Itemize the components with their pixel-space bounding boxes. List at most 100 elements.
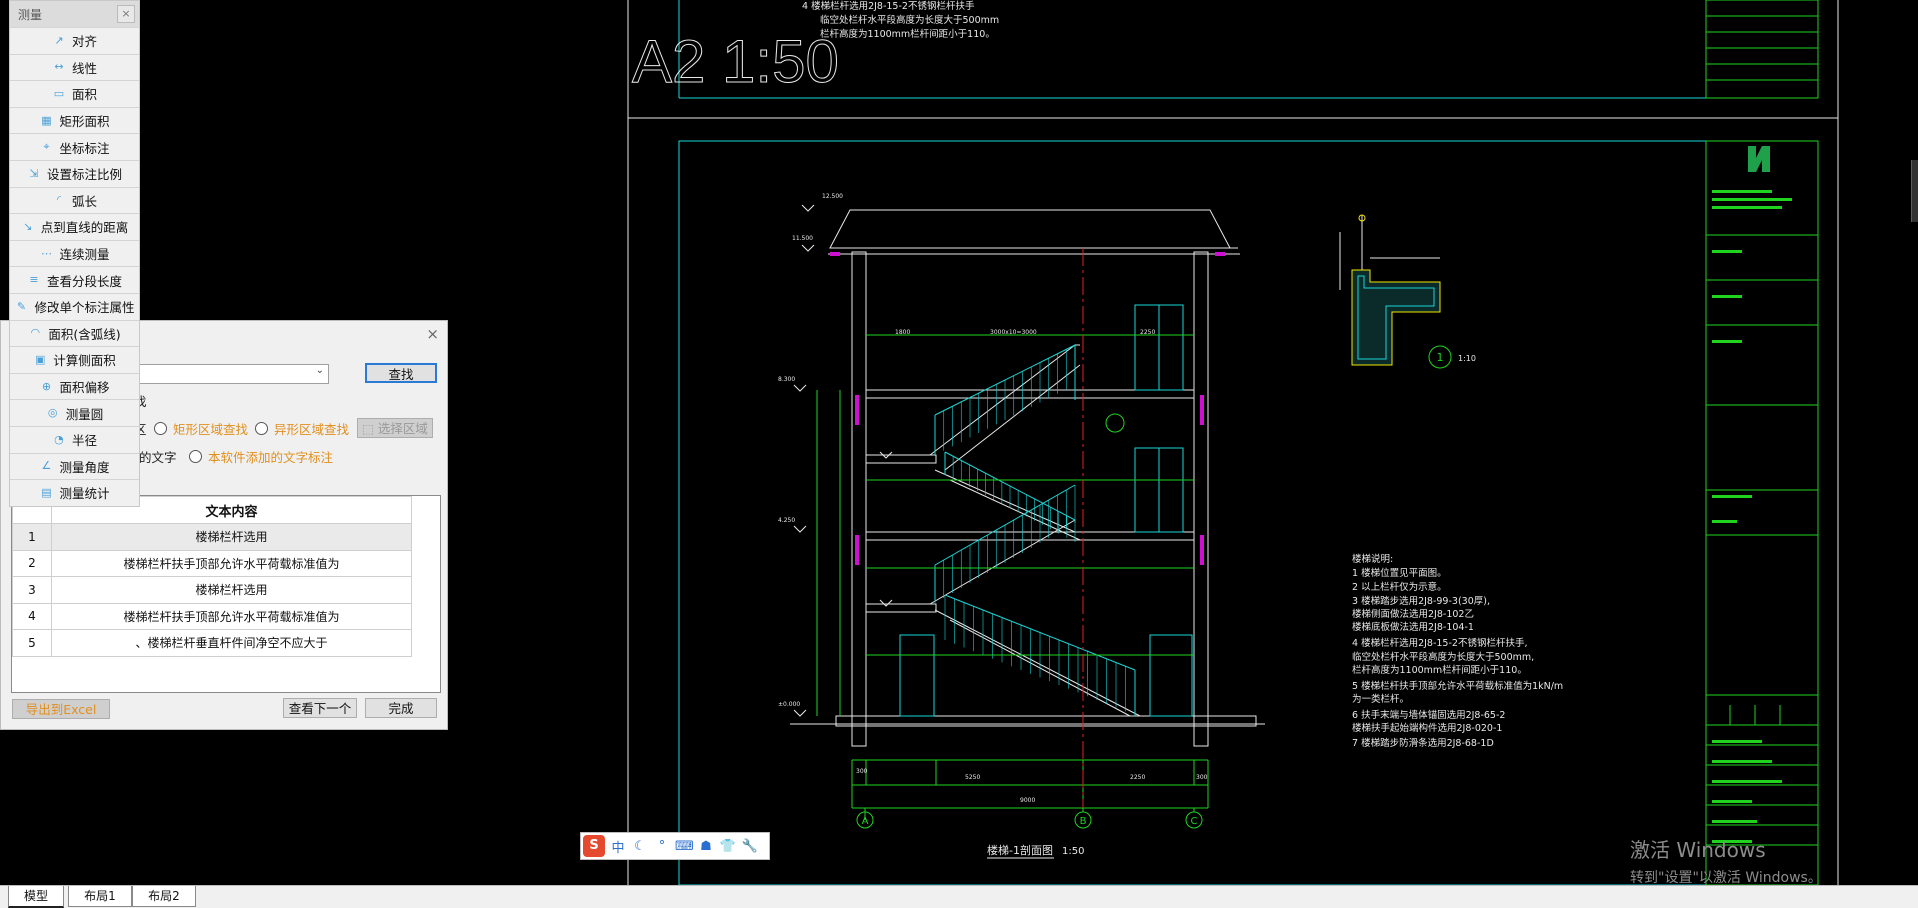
next-result-button[interactable]: 查看下一个 <box>283 698 357 718</box>
measure-item-2[interactable]: ↔ 线性 <box>10 53 139 81</box>
measure-item-4[interactable]: ▦ 矩形面积 <box>10 106 139 134</box>
measure-item-18[interactable]: ▤ 测量统计 <box>10 479 139 506</box>
measure-item-6[interactable]: ⇲ 设置标注比例 <box>10 159 139 187</box>
row-index: 5 <box>12 629 52 657</box>
radio-dot[interactable] <box>154 422 167 435</box>
close-icon[interactable]: × <box>117 5 135 23</box>
select-area-label: 选择区域 <box>377 421 428 436</box>
windows-activation-watermark: 激活 Windows 转到"设置"以激活 Windows。 <box>1630 834 1822 887</box>
measure-item-5[interactable]: ⌖ 坐标标注 <box>10 133 139 160</box>
bottom-dim-2: 5250 <box>965 774 980 781</box>
search-combo[interactable]: ⌄ <box>135 364 329 384</box>
radio-irregular-label: 异形区域查找 <box>274 422 350 437</box>
measure-item-label: 计算侧面积 <box>53 353 116 369</box>
table-row[interactable]: 5 、楼梯栏杆垂直杆件间净空不应大于 <box>12 629 412 657</box>
radio-rect-search[interactable]: 矩形区域查找 <box>154 419 248 438</box>
row-index: 2 <box>12 549 52 577</box>
punctuation-icon[interactable]: ° <box>653 839 671 854</box>
layout-tabs: 模型 布局1 布局2 <box>0 885 1918 908</box>
upper-title-block <box>1705 0 1819 99</box>
radio-added-text[interactable]: 本软件添加的文字标注 <box>189 447 333 466</box>
note-line-7: 临空处栏杆水平段高度为长度大于500mm, <box>1352 651 1534 663</box>
radio-dot[interactable] <box>255 422 268 435</box>
radio-rect-label: 矩形区域查找 <box>173 422 249 437</box>
wrench-icon[interactable]: 🔧 <box>741 839 759 854</box>
tab-model[interactable]: 模型 <box>8 886 64 908</box>
measure-item-label: 矩形面积 <box>59 114 110 130</box>
arc-area-icon: ◠ <box>30 326 41 340</box>
radio-irregular-search[interactable]: 异形区域查找 <box>255 419 349 438</box>
tab-layout2[interactable]: 布局2 <box>132 886 196 907</box>
level-label-4: 4.250 <box>778 517 795 524</box>
bottom-dim-3: 2250 <box>1130 774 1145 781</box>
table-row[interactable]: 3 楼梯栏杆选用 <box>12 576 412 604</box>
section-title: 楼梯-1剖面图 <box>987 843 1053 857</box>
measure-items: ↗ 对齐 ↔ 线性 ▭ 面积 ▦ 矩形面积 ⌖ 坐标标注 ⇲ 设置标注比例 ◜ 弧长 ↘ 点到直线的距离 ⋯ 连续… <box>10 27 139 506</box>
measure-item-13[interactable]: ▣ 计算侧面积 <box>10 346 139 373</box>
detail-scale: 1:10 <box>1458 354 1476 363</box>
chevron-down-icon[interactable]: ⌄ <box>316 365 324 376</box>
stair-notes: 楼梯说明: 1 楼梯位置见平面图。 2 以上栏杆仅为示意。 3 楼梯踏步选用2J… <box>1352 553 1563 749</box>
note-line-8: 栏杆高度为1100mm栏杆间距小于110。 <box>1352 664 1527 676</box>
select-area-button[interactable]: ⬚ 选择区域 <box>357 418 433 438</box>
measure-item-9[interactable]: ⋯ 连续测量 <box>10 239 139 267</box>
sogou-logo-icon[interactable]: S <box>583 835 605 857</box>
vertical-scrollbar[interactable] <box>1911 160 1918 222</box>
coordinate-icon: ⌖ <box>43 140 50 154</box>
measure-item-7[interactable]: ◜ 弧长 <box>10 186 139 214</box>
moon-icon[interactable]: ☾ <box>631 839 649 854</box>
measure-item-label: 查看分段长度 <box>46 273 122 289</box>
measure-item-3[interactable]: ▭ 面积 <box>10 80 139 107</box>
skin-icon[interactable]: 👕 <box>719 839 737 854</box>
keyboard-icon[interactable]: ⌨ <box>675 839 694 854</box>
rect-area-icon: ▦ <box>41 113 52 127</box>
measure-item-8[interactable]: ↘ 点到直线的距离 <box>10 213 139 240</box>
measure-item-label: 测量统计 <box>59 486 110 502</box>
dialog-close-button[interactable]: × <box>426 325 439 343</box>
area-icon: ▭ <box>53 86 65 100</box>
measure-item-17[interactable]: ∠ 测量角度 <box>10 452 139 480</box>
measure-item-label: 连续测量 <box>59 247 110 263</box>
measure-item-label: 测量角度 <box>59 459 110 475</box>
measure-item-10[interactable]: ≡ 查看分段长度 <box>10 266 139 293</box>
bottom-dim-1: 300 <box>856 768 868 775</box>
note-line-4: 楼梯侧面做法选用2J8-102乙 <box>1352 608 1474 620</box>
measure-item-11[interactable]: ✎ 修改单个标注属性 <box>10 292 139 320</box>
export-excel-button[interactable]: 导出到Excel <box>12 699 110 719</box>
top-notes: 4 楼梯栏杆选用2J8-15-2不锈钢栏杆扶手 临空处栏杆水平段高度为长度大于5… <box>802 0 999 40</box>
measure-item-label: 线性 <box>71 60 97 76</box>
stair-section: 12.500 11.500 8.300 4.250 ±0.000 1800 30… <box>778 193 1265 859</box>
ime-mode-icon[interactable]: 中 <box>609 837 627 856</box>
done-button[interactable]: 完成 <box>365 698 437 718</box>
measure-item-1[interactable]: ↗ 对齐 <box>10 27 139 54</box>
measure-panel-title[interactable]: 测量 × <box>10 1 139 27</box>
tab-layout1[interactable]: 布局1 <box>68 886 132 907</box>
table-row[interactable]: 2 楼梯栏杆扶手顶部允许水平荷载标准值为 <box>12 549 412 577</box>
measure-item-label: 坐标标注 <box>59 140 110 156</box>
find-button[interactable]: 查找 <box>365 363 437 383</box>
table-row[interactable]: 1 楼梯栏杆选用 <box>12 523 412 551</box>
side-area-icon: ▣ <box>35 352 46 366</box>
row-index: 3 <box>12 576 52 604</box>
row-text: 楼梯栏杆扶手顶部允许水平荷载标准值为 <box>51 549 412 577</box>
measure-item-14[interactable]: ⊕ 面积偏移 <box>10 372 139 400</box>
user-icon[interactable]: ☗ <box>697 839 715 854</box>
radio-dot[interactable] <box>189 450 202 463</box>
table-row[interactable]: 4 楼梯栏杆扶手顶部允许水平荷载标准值为 <box>12 602 412 630</box>
measure-item-12[interactable]: ◠ 面积(含弧线) <box>10 319 139 347</box>
note-line-2: 2 以上栏杆仅为示意。 <box>1352 581 1447 593</box>
level-label-1: 12.500 <box>822 193 843 200</box>
edit-dim-icon: ✎ <box>16 299 27 313</box>
linear-dim-icon: ↔ <box>54 60 64 74</box>
measure-item-16[interactable]: ◔ 半径 <box>10 425 139 453</box>
note-line-13: 7 楼梯踏步防滑条选用2J8-68-1D <box>1352 737 1494 749</box>
circle-measure-icon: ◎ <box>47 406 58 420</box>
measure-item-15[interactable]: ◎ 测量圆 <box>10 399 139 426</box>
measure-item-label: 设置标注比例 <box>46 167 122 183</box>
measure-panel: 测量 × ↗ 对齐 ↔ 线性 ▭ 面积 ▦ 矩形面积 ⌖ 坐标标注 ⇲ 设置标注比例 ◜ 弧长 ↘ 点到直线的… <box>9 0 140 507</box>
results-table: 文本内容 1 楼梯栏杆选用 2 楼梯栏杆扶手顶部允许水平荷载标准值为 3 楼梯栏… <box>11 495 441 693</box>
top-note-3: 栏杆高度为1100mm栏杆间距小于110。 <box>820 28 995 40</box>
measure-item-label: 弧长 <box>71 193 97 209</box>
note-line-10: 为一类栏杆。 <box>1352 693 1409 705</box>
radius-icon: ◔ <box>54 432 64 446</box>
